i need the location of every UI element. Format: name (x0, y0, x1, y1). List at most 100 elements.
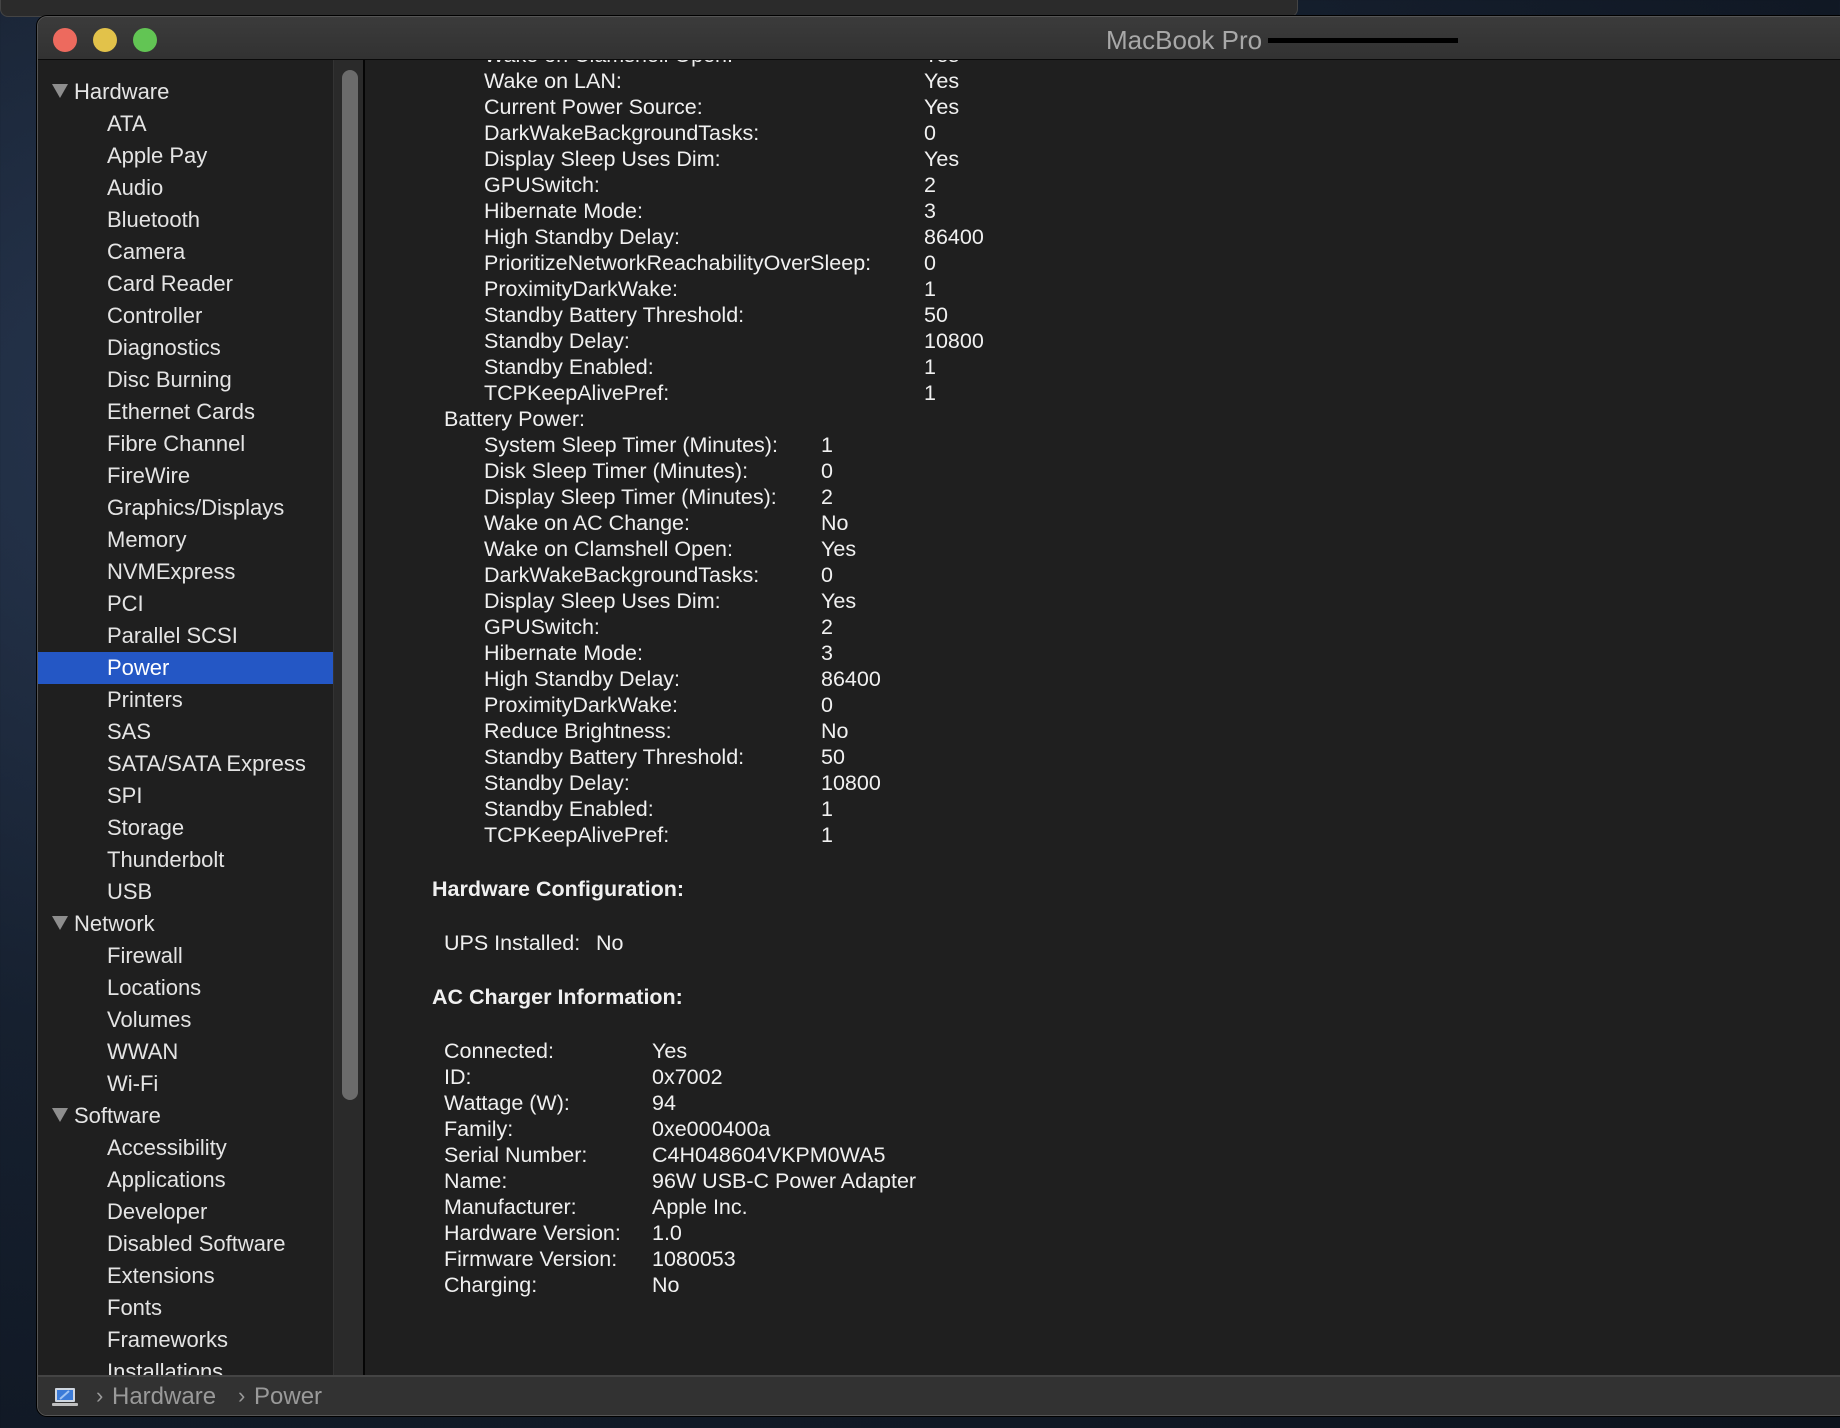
property-label: UPS Installed: (444, 931, 581, 955)
property-value: 50 (924, 303, 948, 327)
property-label: Display Sleep Timer (Minutes): (484, 485, 777, 509)
sidebar-item-label: Bluetooth (107, 207, 200, 232)
disclosure-triangle-icon[interactable] (52, 84, 68, 98)
sidebar-item-label: Parallel SCSI (107, 623, 238, 648)
property-value: No (652, 1273, 680, 1297)
section-title-battery-power: Battery Power: (444, 407, 585, 431)
sidebar-item-label: Wi-Fi (107, 1071, 159, 1096)
sidebar-item-label: Audio (107, 175, 164, 200)
sidebar-item-label: Applications (107, 1167, 226, 1192)
sidebar-item-label: Disabled Software (107, 1231, 286, 1256)
property-value: No (596, 931, 624, 955)
sidebar-item-label: Thunderbolt (107, 847, 225, 872)
property-label: Manufacturer: (444, 1195, 577, 1219)
property-label: Wake on AC Change: (484, 511, 690, 535)
sidebar-scrollbar[interactable] (333, 60, 364, 1390)
property-label: PrioritizeNetworkReachabilityOverSleep: (484, 251, 872, 275)
sidebar-item-label: Apple Pay (107, 143, 208, 168)
property-value: 94 (652, 1091, 676, 1115)
sidebar-item-label: Storage (107, 815, 185, 840)
property-value: 0xe000400a (652, 1117, 771, 1141)
property-value: 0 (821, 563, 833, 587)
property-label: GPUSwitch: (484, 615, 600, 639)
property-value: 86400 (924, 225, 984, 249)
property-value: 1.0 (652, 1221, 682, 1245)
detail-pane: Wake on Clamshell Open: Yes Wake on LAN: Ye… (365, 60, 1840, 1390)
property-label: Current Power Source: (484, 95, 703, 119)
property-value: 10800 (924, 329, 984, 353)
sidebar-item-label: Fonts (107, 1295, 163, 1320)
property-label: Connected: (444, 1039, 554, 1063)
property-label: GPUSwitch: (484, 173, 600, 197)
property-value: 3 (821, 641, 833, 665)
section-heading-hardware-configuration: Hardware Configuration: (432, 877, 685, 901)
property-value: 96W USB-C Power Adapter (652, 1169, 917, 1193)
sidebar-item-label: SAS (107, 719, 152, 744)
property-label: Name: (444, 1169, 508, 1193)
property-label: Charging: (444, 1273, 538, 1297)
redaction-bar (1268, 38, 1458, 43)
property-label: Hibernate Mode: (484, 641, 643, 665)
sidebar-item-label: ATA (107, 111, 147, 136)
sidebar-item-label: USB (107, 879, 153, 904)
property-value: No (821, 719, 849, 743)
property-label: Standby Battery Threshold: (484, 745, 745, 769)
sidebar-item-label: Fibre Channel (107, 431, 246, 456)
property-label: TCPKeepAlivePref: (484, 381, 670, 405)
property-value: 10800 (821, 771, 881, 795)
sidebar-item-label: Accessibility (107, 1135, 227, 1160)
sidebar-item-label: Extensions (107, 1263, 215, 1288)
property-label: High Standby Delay: (484, 225, 680, 249)
breadcrumb-separator-icon: › (96, 1383, 104, 1408)
close-button[interactable] (53, 28, 77, 52)
sidebar-scrollbar-thumb[interactable] (342, 70, 358, 1100)
zoom-button[interactable] (133, 28, 157, 52)
system-information-window: MacBook Pro Hardware ATA Apple Pay Audio Blu… (37, 16, 1840, 1416)
sidebar-item-label: Volumes (107, 1007, 192, 1032)
sidebar-item-label: Graphics/Displays (107, 495, 285, 520)
property-label: DarkWakeBackgroundTasks: (484, 563, 760, 587)
property-value: 0 (924, 121, 936, 145)
property-value: 50 (821, 745, 845, 769)
sidebar-item-label: Frameworks (107, 1327, 229, 1352)
property-label: Display Sleep Uses Dim: (484, 589, 721, 613)
property-label: Standby Delay: (484, 329, 630, 353)
section-heading-ac-charger-information: AC Charger Information: (432, 985, 683, 1009)
sidebar-item-software[interactable]: Software (38, 1100, 369, 1132)
disclosure-triangle-icon[interactable] (52, 1108, 68, 1122)
property-label: Standby Enabled: (484, 355, 654, 379)
property-value: 86400 (821, 667, 881, 691)
sidebar-item-label: FireWire (107, 463, 191, 488)
sidebar-item-label: Developer (107, 1199, 208, 1224)
sidebar-item-network[interactable]: Network (38, 908, 369, 940)
property-value: 2 (821, 485, 833, 509)
property-value: Yes (924, 60, 959, 68)
property-label: Wake on LAN: (484, 69, 622, 93)
property-label: Standby Battery Threshold: (484, 303, 745, 327)
property-label: Wattage (W): (444, 1091, 570, 1115)
property-value: Yes (821, 537, 857, 561)
sidebar-item-hardware[interactable]: Hardware (38, 76, 369, 108)
disclosure-triangle-icon[interactable] (52, 916, 68, 930)
property-value: Yes (821, 589, 857, 613)
breadcrumb-separator-icon: › (238, 1383, 246, 1408)
property-label: Display Sleep Uses Dim: (484, 147, 721, 171)
property-value: Apple Inc. (652, 1195, 748, 1219)
sidebar-item-label: NVMExpress (107, 559, 236, 584)
minimize-button[interactable] (93, 28, 117, 52)
title-bar[interactable]: MacBook Pro (38, 17, 1840, 60)
sidebar-item-label: Disc Burning (107, 367, 232, 392)
breadcrumb-hardware[interactable]: Hardware (112, 1383, 216, 1411)
property-value: 1 (821, 823, 833, 847)
sidebar-item-label: Software (74, 1103, 161, 1128)
sidebar-item-label: Network (74, 911, 155, 936)
property-label: Hardware Version: (444, 1221, 621, 1245)
sidebar-item-label: WWAN (107, 1039, 179, 1064)
property-label: ProximityDarkWake: (484, 277, 678, 301)
window-title: MacBook Pro (1106, 25, 1263, 55)
property-label: DarkWakeBackgroundTasks: (484, 121, 760, 145)
breadcrumb-power[interactable]: Power (254, 1383, 322, 1411)
property-value: 0x7002 (652, 1065, 723, 1089)
property-value: 1 (924, 277, 936, 301)
property-label: Disk Sleep Timer (Minutes): (484, 459, 749, 483)
